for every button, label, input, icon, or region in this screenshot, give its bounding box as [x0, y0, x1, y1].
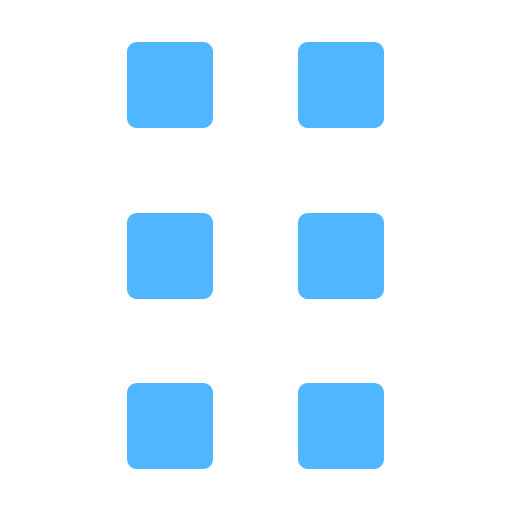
grid-icon: [0, 0, 512, 512]
grid-tile: [127, 213, 213, 299]
grid-tile: [298, 213, 384, 299]
grid-tile: [127, 383, 213, 469]
grid-tile: [298, 383, 384, 469]
grid-tile: [298, 42, 384, 128]
grid-tile: [127, 42, 213, 128]
